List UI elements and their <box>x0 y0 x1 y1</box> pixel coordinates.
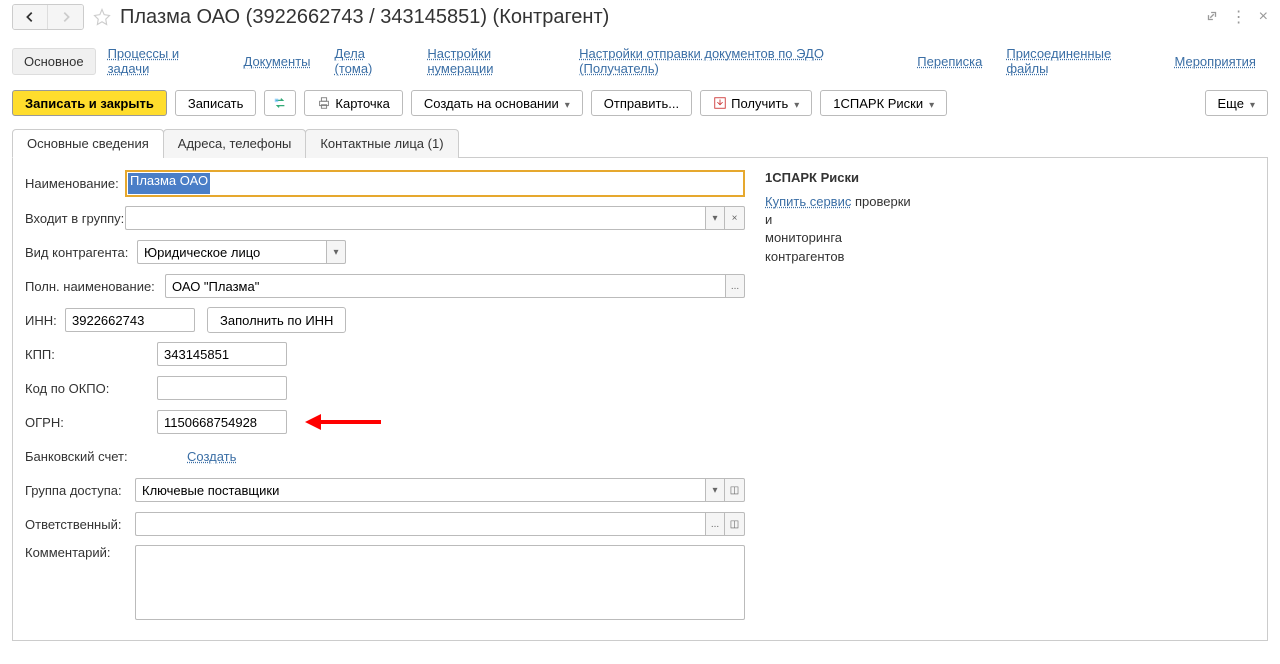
kpp-input[interactable] <box>157 342 287 366</box>
type-input[interactable] <box>137 240 326 264</box>
group-clear-button[interactable]: × <box>725 206 745 230</box>
type-dropdown-button[interactable]: ▾ <box>326 240 346 264</box>
printer-icon <box>317 96 331 110</box>
nav-forward-button[interactable] <box>48 5 83 29</box>
favorite-star-icon[interactable] <box>92 7 112 27</box>
okpo-label: Код по ОКПО: <box>25 381 157 396</box>
more-button[interactable]: Еще <box>1205 90 1268 116</box>
responsible-input[interactable] <box>135 512 705 536</box>
save-button[interactable]: Записать <box>175 90 257 116</box>
nav-events[interactable]: Мероприятия <box>1162 48 1268 75</box>
save-close-button[interactable]: Записать и закрыть <box>12 90 167 116</box>
type-label: Вид контрагента: <box>25 245 137 260</box>
fullname-input[interactable] <box>165 274 725 298</box>
responsible-open-button[interactable]: ◫ <box>725 512 745 536</box>
swap-icon <box>273 96 287 110</box>
spark-buy-link[interactable]: Купить сервис <box>765 194 851 209</box>
arrow-left-icon <box>23 10 37 24</box>
nav-correspondence[interactable]: Переписка <box>905 48 994 75</box>
access-group-input[interactable] <box>135 478 705 502</box>
nav-cases[interactable]: Дела (тома) <box>323 40 416 82</box>
create-based-button[interactable]: Создать на основании <box>411 90 583 116</box>
tab-contacts[interactable]: Контактные лица (1) <box>305 129 458 158</box>
nav-edo[interactable]: Настройки отправки документов по ЭДО (По… <box>567 40 905 82</box>
ogrn-input[interactable] <box>157 410 287 434</box>
fullname-label: Полн. наименование: <box>25 279 165 294</box>
inn-label: ИНН: <box>25 313 65 328</box>
close-icon[interactable]: × <box>1259 8 1268 26</box>
name-label: Наименование: <box>25 176 125 191</box>
kpp-label: КПП: <box>25 347 157 362</box>
group-dropdown-button[interactable]: ▾ <box>705 206 725 230</box>
nav-numbering[interactable]: Настройки нумерации <box>415 40 567 82</box>
tab-main[interactable]: Основные сведения <box>12 129 164 158</box>
comment-textarea[interactable] <box>135 545 745 620</box>
name-input-rest[interactable] <box>210 173 742 194</box>
send-button[interactable]: Отправить... <box>591 90 692 116</box>
bank-label: Банковский счет: <box>25 449 157 464</box>
nav-files[interactable]: Присоединенные файлы <box>994 40 1162 82</box>
group-input[interactable] <box>125 206 705 230</box>
fullname-select-button[interactable]: ... <box>725 274 745 298</box>
group-label: Входит в группу: <box>25 211 125 226</box>
ogrn-label: ОГРН: <box>25 415 157 430</box>
fill-by-inn-button[interactable]: Заполнить по ИНН <box>207 307 346 333</box>
nav-main[interactable]: Основное <box>12 48 96 75</box>
receive-button[interactable]: Получить <box>700 90 812 116</box>
bank-create-link[interactable]: Создать <box>187 449 236 464</box>
link-icon[interactable] <box>1205 9 1219 26</box>
nav-processes[interactable]: Процессы и задачи <box>96 40 232 82</box>
name-input[interactable]: Плазма ОАО <box>128 173 210 194</box>
nav-documents[interactable]: Документы <box>232 48 323 75</box>
tab-addresses[interactable]: Адреса, телефоны <box>163 129 307 158</box>
responsible-select-button[interactable]: ... <box>705 512 725 536</box>
refresh-button[interactable] <box>264 90 296 116</box>
spark-text: Купить сервис проверки и мониторинга кон… <box>765 193 925 266</box>
responsible-label: Ответственный: <box>25 517 135 532</box>
access-group-open-button[interactable]: ◫ <box>725 478 745 502</box>
card-button[interactable]: Карточка <box>304 90 402 116</box>
highlight-arrow <box>305 414 381 431</box>
comment-label: Комментарий: <box>25 545 135 560</box>
download-icon <box>713 96 727 110</box>
inn-input[interactable] <box>65 308 195 332</box>
page-title: Плазма ОАО (3922662743 / 343145851) (Кон… <box>120 6 1205 29</box>
okpo-input[interactable] <box>157 376 287 400</box>
access-group-dropdown-button[interactable]: ▾ <box>705 478 725 502</box>
nav-back-button[interactable] <box>13 5 48 29</box>
spark-title: 1СПАРК Риски <box>765 170 1255 185</box>
access-group-label: Группа доступа: <box>25 483 135 498</box>
spark-button[interactable]: 1СПАРК Риски <box>820 90 947 116</box>
arrow-right-icon <box>59 10 73 24</box>
more-menu-icon[interactable]: ⋮ <box>1231 7 1247 27</box>
